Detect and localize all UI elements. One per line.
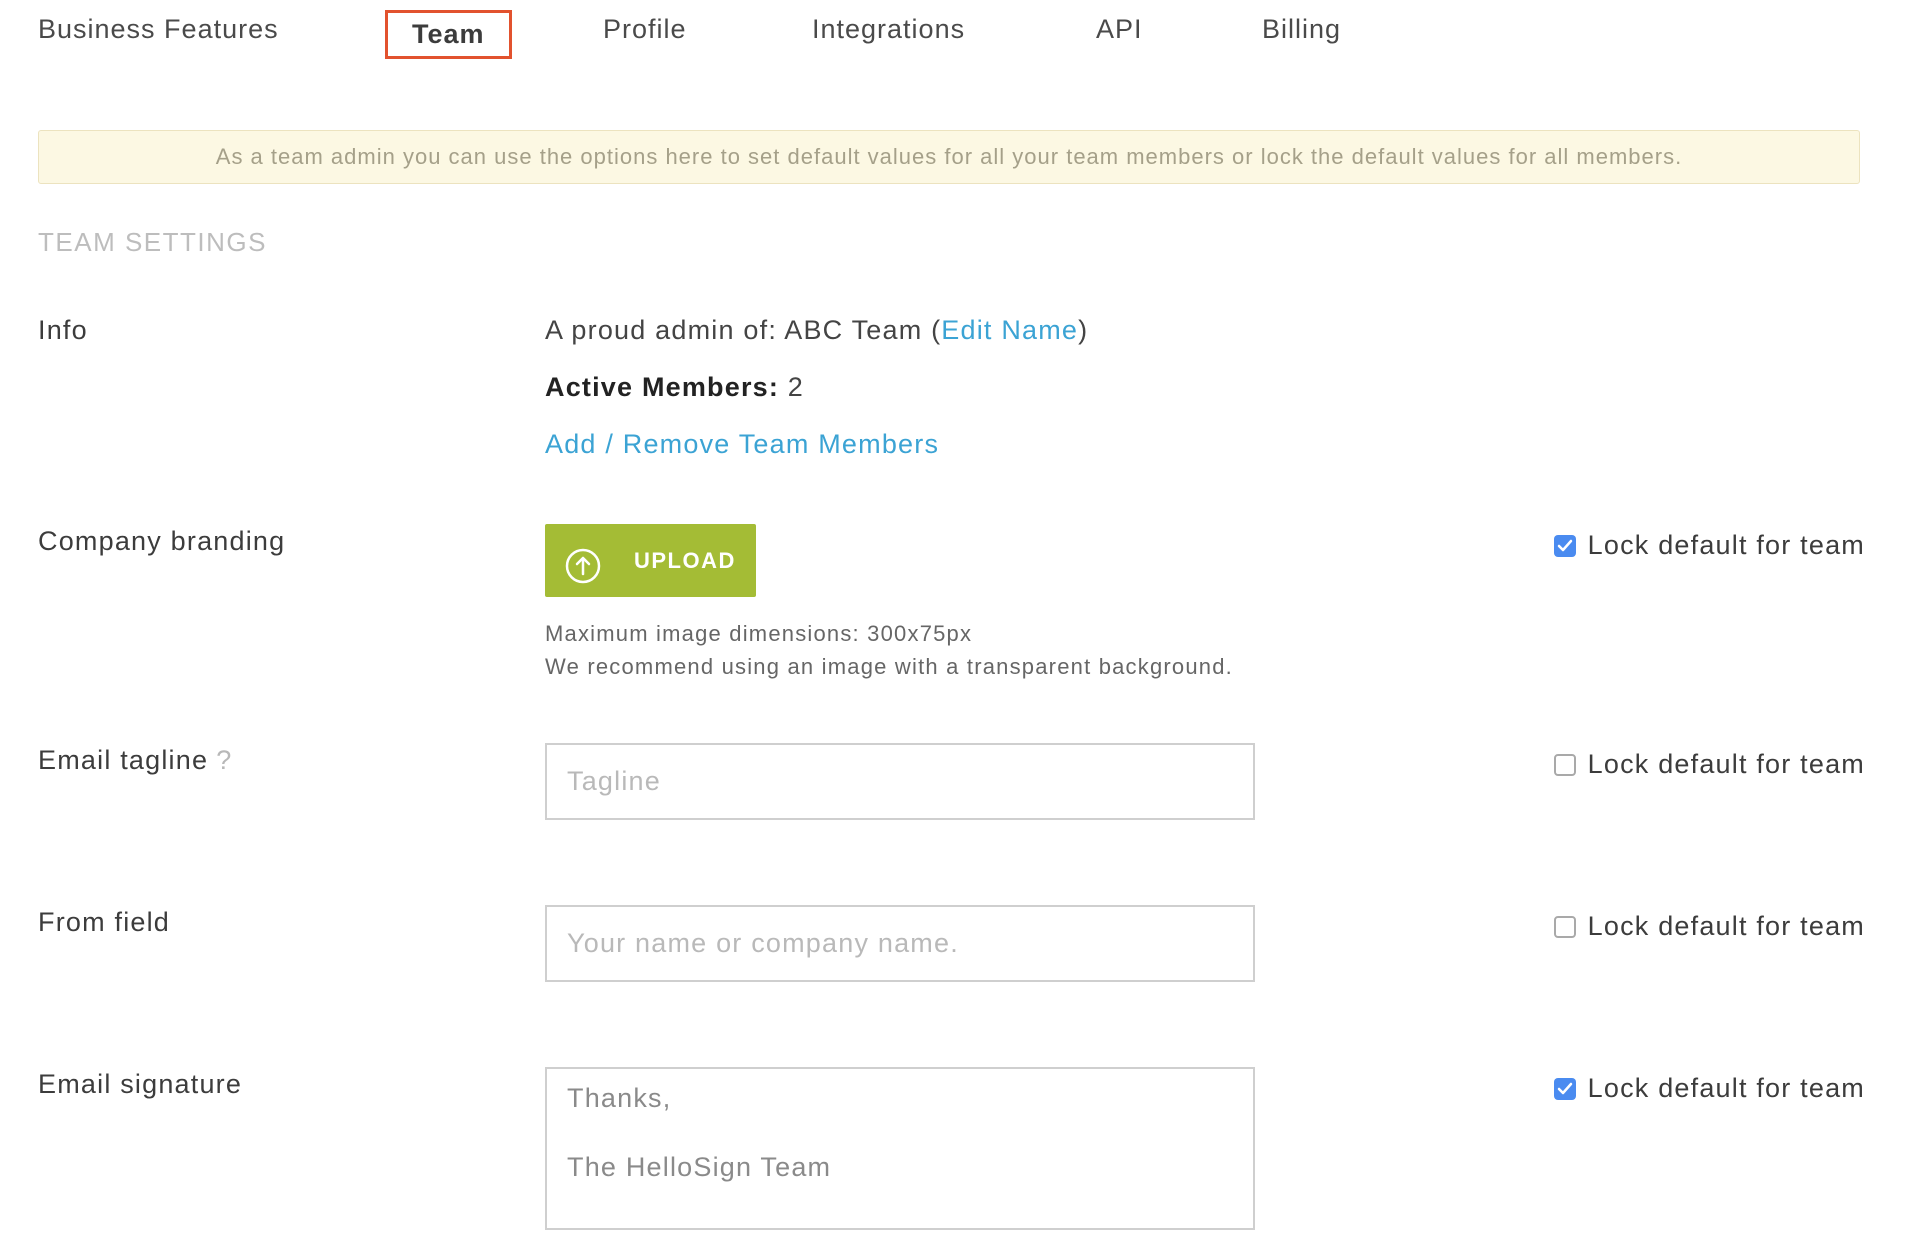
email-signature-textarea[interactable]: Thanks, The HelloSign Team — [545, 1067, 1255, 1230]
active-members-label: Active Members: — [545, 372, 780, 402]
team-admin-text: A proud admin of: ABC Team (Edit Name) — [545, 315, 1088, 346]
checkbox-checked-icon — [1553, 1077, 1576, 1100]
image-dimensions-hint: Maximum image dimensions: 300x75px — [545, 621, 973, 646]
tab-profile[interactable]: Profile — [603, 14, 687, 45]
top-nav: Business Features Team Profile Integrati… — [0, 0, 1910, 70]
add-remove-members-link[interactable]: Add / Remove Team Members — [545, 429, 939, 460]
tab-team[interactable]: Team — [385, 10, 512, 59]
from-field-lock-checkbox[interactable]: Lock default for team — [1553, 911, 1865, 942]
upload-label: UPLOAD — [634, 548, 736, 573]
company-branding-label: Company branding — [38, 526, 286, 556]
checkbox-checked-icon — [1553, 534, 1576, 557]
tagline-input[interactable] — [545, 743, 1255, 820]
admin-suffix: ) — [1078, 315, 1089, 345]
email-tagline-label: Email tagline? — [38, 745, 232, 776]
tab-billing[interactable]: Billing — [1262, 14, 1341, 45]
active-members-count: 2 — [787, 372, 805, 402]
tab-integrations[interactable]: Integrations — [812, 14, 965, 45]
signature-line-1: Thanks, — [567, 1083, 672, 1113]
from-field-label: From field — [38, 907, 171, 937]
tab-api[interactable]: API — [1096, 14, 1143, 45]
transparent-background-hint: We recommend using an image with a trans… — [545, 654, 1233, 679]
info-label: Info — [38, 315, 88, 345]
upload-button[interactable]: UPLOAD — [545, 524, 756, 597]
help-icon[interactable]: ? — [216, 745, 232, 775]
signature-lock-checkbox[interactable]: Lock default for team — [1553, 1073, 1865, 1104]
active-members: Active Members: 2 — [545, 372, 804, 403]
lock-label: Lock default for team — [1587, 530, 1865, 560]
tab-business-features[interactable]: Business Features — [38, 14, 279, 45]
lock-label: Lock default for team — [1587, 911, 1865, 941]
upload-arrow-icon — [565, 548, 601, 584]
branding-lock-checkbox[interactable]: Lock default for team — [1553, 530, 1865, 561]
admin-prefix: A proud admin of: ABC Team ( — [545, 315, 942, 345]
checkbox-unchecked-icon — [1553, 915, 1576, 938]
section-title: TEAM SETTINGS — [38, 227, 267, 257]
signature-line-2: The HelloSign Team — [567, 1152, 832, 1182]
email-signature-label: Email signature — [38, 1069, 243, 1099]
from-field-input[interactable] — [545, 905, 1255, 982]
lock-label: Lock default for team — [1587, 1073, 1865, 1103]
lock-label: Lock default for team — [1587, 749, 1865, 779]
email-tagline-text: Email tagline — [38, 745, 209, 775]
admin-info-banner: As a team admin you can use the options … — [38, 130, 1860, 184]
checkbox-unchecked-icon — [1553, 753, 1576, 776]
edit-name-link[interactable]: Edit Name — [941, 315, 1078, 345]
tagline-lock-checkbox[interactable]: Lock default for team — [1553, 749, 1865, 780]
